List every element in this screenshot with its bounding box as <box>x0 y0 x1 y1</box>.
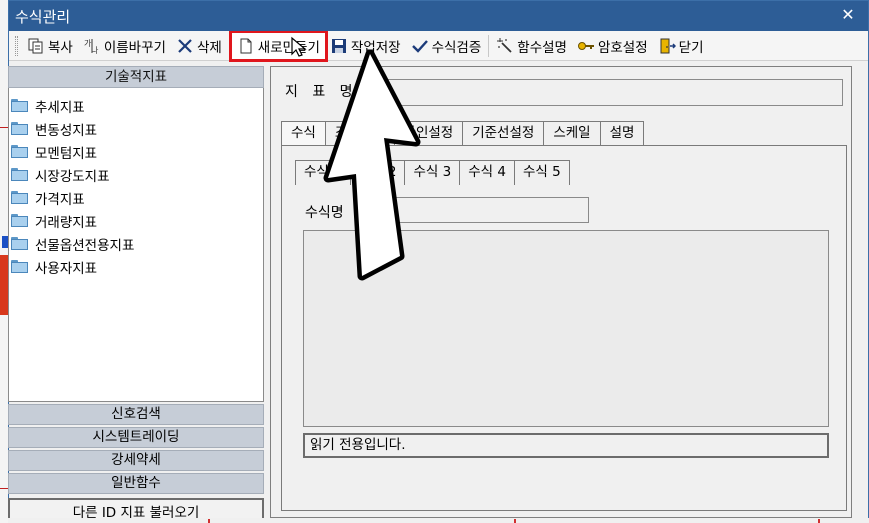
background-chart-tick <box>208 519 210 523</box>
toolbar-separator <box>488 34 490 57</box>
tree-item-label: 선물옵션전용지표 <box>35 237 135 254</box>
background-chart-candle <box>0 255 8 315</box>
tree-item-label: 거래량지표 <box>35 214 98 231</box>
tree-item-market-strength[interactable]: 시장강도지표 <box>11 163 263 186</box>
tree-item-trend[interactable]: 추세지표 <box>11 94 263 117</box>
tab-baseline[interactable]: 기준선설정 <box>462 121 545 145</box>
category-panel: 기술적지표 추세지표 변동성지표 모멘텀지표 시장강도지표 가격지표 거래량지표 <box>8 66 264 523</box>
folder-icon <box>11 191 28 204</box>
key-icon <box>577 37 595 55</box>
rename-icon: 가나 <box>83 37 101 55</box>
tree-item-price[interactable]: 가격지표 <box>11 186 263 209</box>
tree-item-volatility[interactable]: 변동성지표 <box>11 117 263 140</box>
function-help-button[interactable]: 함수설명 <box>491 33 572 59</box>
background-chart-tick <box>514 519 516 523</box>
exit-door-icon <box>658 37 676 55</box>
toolbar: 복사 가나 이름바꾸기 삭제 새로만들기 작업저장 수식검증 함수설명 암호설정… <box>9 29 868 62</box>
copy-label: 복사 <box>48 39 73 56</box>
tree-item-label: 사용자지표 <box>35 260 98 277</box>
password-button[interactable]: 암호설정 <box>572 33 653 59</box>
tab-description[interactable]: 설명 <box>599 121 645 145</box>
tree-item-label: 추세지표 <box>35 99 85 116</box>
group-system-trading[interactable]: 시스템트레이딩 <box>8 427 264 448</box>
tree-item-label: 모멘텀지표 <box>35 145 98 162</box>
copy-icon <box>27 37 45 55</box>
new-button[interactable]: 새로만들기 <box>228 29 328 62</box>
tree-item-futures-options[interactable]: 선물옵션전용지표 <box>11 232 263 255</box>
folder-icon <box>11 99 28 112</box>
annotation-arrow-icon <box>323 50 421 281</box>
title-bar: 수식관리 ✕ <box>9 1 868 31</box>
password-label: 암호설정 <box>597 39 648 56</box>
magic-wand-icon <box>496 37 514 55</box>
close-label: 닫기 <box>678 39 704 56</box>
delete-icon <box>176 37 194 55</box>
background-chart-tick <box>0 488 8 489</box>
technical-indicator-header[interactable]: 기술적지표 <box>8 66 264 88</box>
tree-item-label: 시장강도지표 <box>35 168 110 185</box>
function-help-label: 함수설명 <box>517 39 567 56</box>
indicator-tree: 추세지표 변동성지표 모멘텀지표 시장강도지표 가격지표 거래량지표 선물옵션전… <box>8 88 264 402</box>
folder-icon <box>11 260 28 273</box>
toolbar-separator <box>228 34 230 57</box>
new-document-icon <box>237 37 255 55</box>
background-chart-tick <box>818 519 820 523</box>
delete-label: 삭제 <box>196 39 222 56</box>
status-field: 읽기 전용입니다. <box>303 433 829 458</box>
copy-button[interactable]: 복사 <box>22 33 78 59</box>
rename-label: 이름바꾸기 <box>103 39 166 56</box>
close-icon[interactable]: ✕ <box>838 5 858 25</box>
group-signal-search[interactable]: 신호검색 <box>8 404 264 425</box>
indicator-name-input[interactable] <box>363 79 843 106</box>
tree-item-user[interactable]: 사용자지표 <box>11 255 263 278</box>
rename-button[interactable]: 가나 이름바꾸기 <box>78 33 171 59</box>
folder-icon <box>11 214 28 227</box>
mouse-cursor-icon <box>291 36 307 57</box>
group-bull-bear[interactable]: 강세약세 <box>8 450 264 471</box>
tab-scale[interactable]: 스케일 <box>543 121 601 145</box>
toolbar-grip <box>15 35 18 56</box>
tab-formula-4[interactable]: 수식 4 <box>459 160 515 185</box>
tree-item-momentum[interactable]: 모멘텀지표 <box>11 140 263 163</box>
new-label: 새로만들기 <box>257 39 320 56</box>
group-general-functions[interactable]: 일반함수 <box>8 473 264 494</box>
tree-item-volume[interactable]: 거래량지표 <box>11 209 263 232</box>
folder-icon <box>11 237 28 250</box>
folder-icon <box>11 145 28 158</box>
tab-formula-5[interactable]: 수식 5 <box>513 160 570 185</box>
delete-button[interactable]: 삭제 <box>171 33 227 59</box>
tree-item-label: 변동성지표 <box>35 122 98 139</box>
verify-formula-label: 수식검증 <box>431 39 482 56</box>
window-title: 수식관리 <box>15 7 71 26</box>
background-chart-tick <box>0 127 8 128</box>
tree-item-label: 가격지표 <box>35 191 85 208</box>
window-bottom-edge <box>8 518 869 523</box>
close-button[interactable]: 닫기 <box>653 33 709 59</box>
folder-icon <box>11 122 28 135</box>
folder-icon <box>11 168 28 181</box>
